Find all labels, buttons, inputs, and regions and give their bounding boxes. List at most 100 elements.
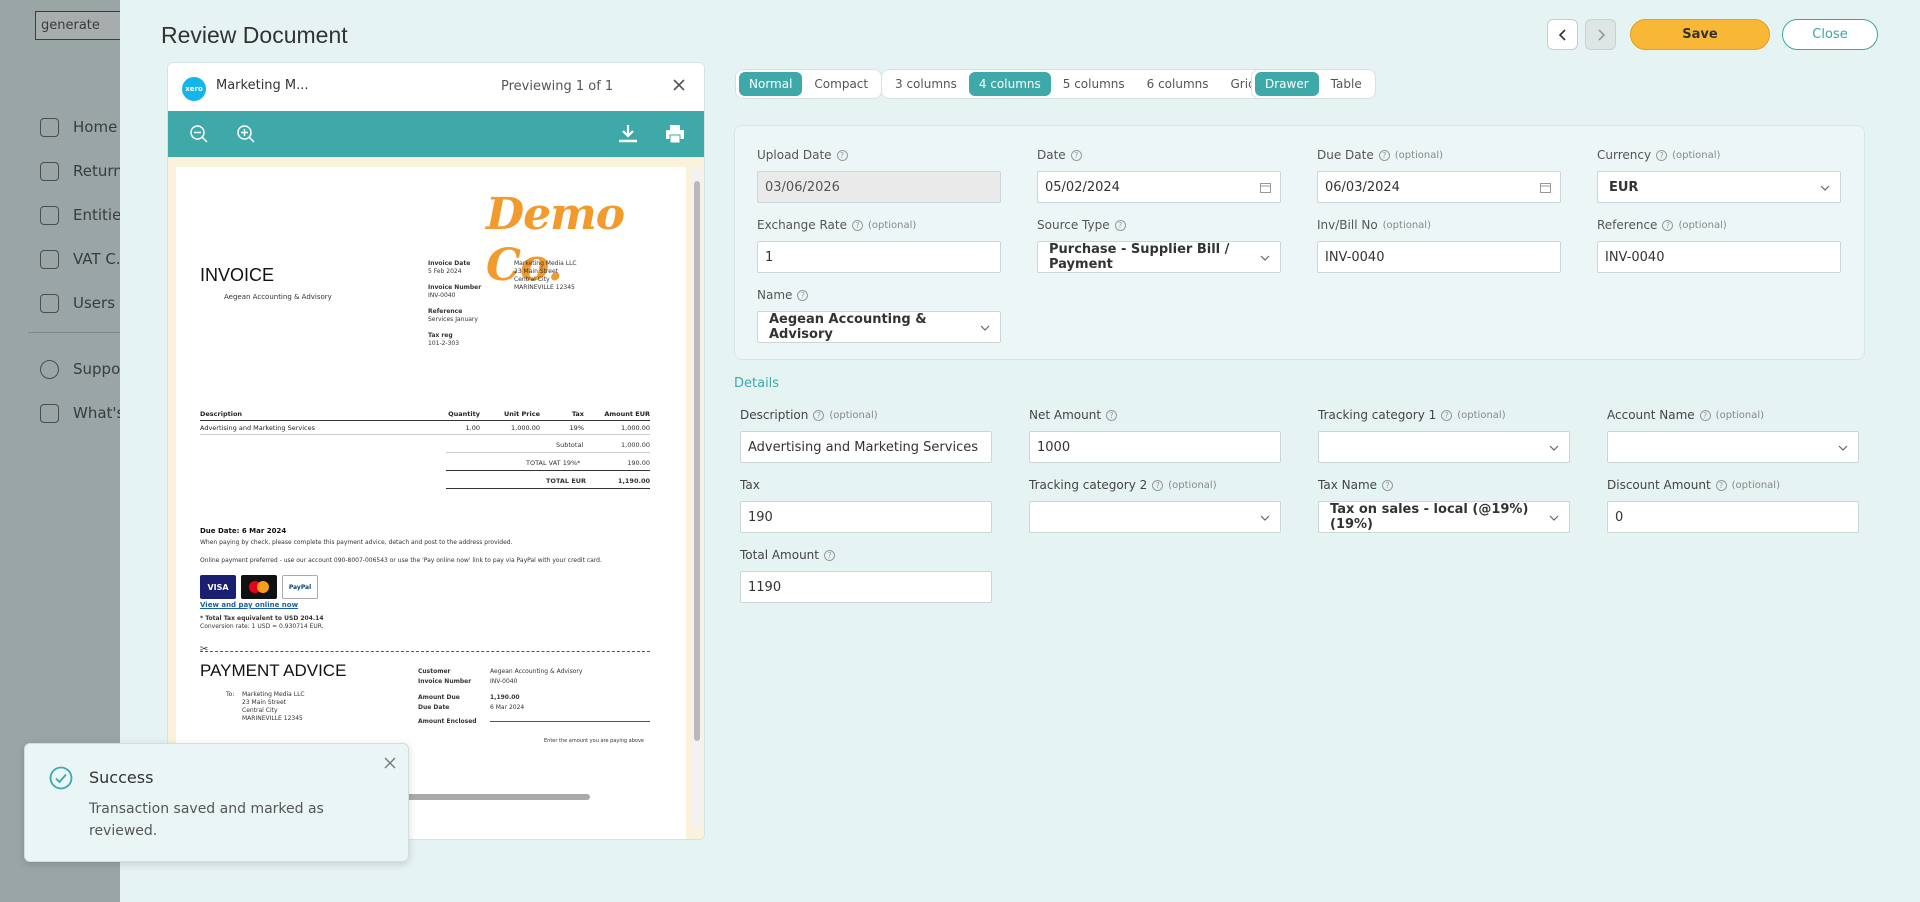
net-amount-input[interactable]: 1000 <box>1029 431 1281 463</box>
help-icon[interactable]: ? <box>1152 479 1164 491</box>
inv-bill-no-input[interactable]: INV-0040 <box>1317 241 1561 273</box>
preview-vertical-scrollbar[interactable] <box>692 167 702 827</box>
reference-field: Reference? (optional) INV-0040 <box>1597 217 1841 273</box>
source-type-select[interactable]: Purchase - Supplier Bill / Payment <box>1037 241 1281 273</box>
tax-input[interactable]: 190 <box>740 501 992 533</box>
upload-date-input: 03/06/2026 <box>757 171 1001 203</box>
source-type-field: Source Type? Purchase - Supplier Bill / … <box>1037 217 1281 273</box>
preview-header: xero Marketing M... Previewing 1 of 1 <box>168 63 704 111</box>
total-row: TOTAL EUR 1,190.00 <box>446 473 650 489</box>
help-icon[interactable]: ? <box>1378 149 1390 161</box>
calendar-icon[interactable] <box>1260 182 1271 193</box>
date-input[interactable]: 05/02/2024 <box>1037 171 1281 203</box>
columns-4[interactable]: 4 columns <box>968 72 1051 96</box>
tracking-category-2-field: Tracking category 2? (optional) <box>1029 477 1281 533</box>
preview-horizontal-scrollbar[interactable] <box>398 793 698 801</box>
exchange-rate-input[interactable]: 1 <box>757 241 1001 273</box>
chevron-down-icon <box>1549 515 1559 521</box>
close-preview-icon[interactable] <box>670 76 688 94</box>
close-button[interactable]: Close <box>1782 19 1878 50</box>
discount-amount-field: Discount Amount? (optional) 0 <box>1607 477 1859 533</box>
columns-5[interactable]: 5 columns <box>1053 72 1135 96</box>
help-icon[interactable]: ? <box>1699 409 1711 421</box>
optional-tag: (optional) <box>1672 149 1721 161</box>
preview-file-name: Marketing M... <box>216 78 309 93</box>
name-select[interactable]: Aegean Accounting & Advisory <box>757 311 1001 343</box>
mode-drawer[interactable]: Drawer <box>1255 72 1319 96</box>
help-icon[interactable]: ? <box>824 549 835 561</box>
pay-online-link[interactable]: View and pay online now <box>200 601 298 609</box>
close-icon[interactable] <box>383 756 397 770</box>
optional-tag: (optional) <box>1678 219 1727 231</box>
invoice-to: Aegean Accounting & Advisory <box>224 293 332 301</box>
save-button[interactable]: Save <box>1630 19 1770 50</box>
invoice-title: INVOICE <box>200 265 275 285</box>
due-date-input[interactable]: 06/03/2024 <box>1317 171 1561 203</box>
chevron-down-icon <box>1820 185 1830 191</box>
invoice-due-date: Due Date: 6 Mar 2024 <box>200 527 287 535</box>
print-icon[interactable] <box>665 124 685 144</box>
success-toast: Success Transaction saved and marked as … <box>24 743 409 862</box>
name-label: Name <box>757 288 793 302</box>
help-icon[interactable]: ? <box>1114 219 1126 231</box>
currency-field: Currency? (optional) EUR <box>1597 147 1841 203</box>
tracking-category-2-select[interactable] <box>1029 501 1281 533</box>
help-icon[interactable]: ? <box>813 409 825 421</box>
toast-message: Transaction saved and marked as reviewed… <box>89 801 324 839</box>
calendar-icon[interactable] <box>1540 182 1551 193</box>
invoice-page: Demo Co. INVOICE Aegean Accounting & Adv… <box>176 167 686 839</box>
download-icon[interactable] <box>618 124 638 144</box>
vat-row: TOTAL VAT 19%* 190.00 <box>446 455 650 471</box>
table-header: Description Quantity Unit Price Tax Amount E… <box>200 407 650 421</box>
currency-label: Currency <box>1597 148 1652 162</box>
optional-tag: (optional) <box>1394 149 1444 161</box>
account-name-select[interactable] <box>1607 431 1859 463</box>
columns-6[interactable]: 6 columns <box>1137 72 1219 96</box>
next-button[interactable] <box>1585 19 1616 50</box>
invoice-note-check: When paying by check, please complete th… <box>200 539 513 546</box>
due-date-field: Due Date? (optional) 06/03/2024 <box>1317 147 1561 203</box>
tracking-category-1-select[interactable] <box>1318 431 1570 463</box>
check-circle-icon <box>49 766 73 790</box>
reference-input[interactable]: INV-0040 <box>1597 241 1841 273</box>
chevron-down-icon <box>1260 255 1270 261</box>
name-field: Name? Aegean Accounting & Advisory <box>757 287 1001 343</box>
table-row: Advertising and Marketing Services 1.00 1,… <box>200 421 650 435</box>
net-amount-label: Net Amount <box>1029 408 1102 422</box>
chevron-down-icon <box>980 325 990 331</box>
help-icon[interactable]: ? <box>1382 479 1394 491</box>
tracking-category-1-field: Tracking category 1? (optional) <box>1318 407 1570 463</box>
paypal-icon: PayPal <box>282 575 318 599</box>
drawer-title: Review Document <box>161 22 348 48</box>
help-icon[interactable]: ? <box>1106 409 1118 421</box>
mode-table[interactable]: Table <box>1321 72 1372 96</box>
description-field: Description? (optional) Advertising and M… <box>740 407 992 463</box>
help-icon[interactable]: ? <box>836 149 848 161</box>
help-icon[interactable]: ? <box>1662 219 1674 231</box>
total-amount-input[interactable]: 1190 <box>740 571 992 603</box>
density-normal[interactable]: Normal <box>739 72 803 96</box>
net-amount-field: Net Amount? 1000 <box>1029 407 1281 463</box>
tax-name-select[interactable]: Tax on sales - local (@19%) (19%) <box>1318 501 1570 533</box>
help-icon[interactable]: ? <box>1070 149 1082 161</box>
help-icon[interactable]: ? <box>1656 149 1668 161</box>
details-section-title: Details <box>734 376 780 391</box>
columns-3[interactable]: 3 columns <box>885 72 967 96</box>
payment-cards: VISA PayPal <box>200 575 318 599</box>
discount-amount-input[interactable]: 0 <box>1607 501 1859 533</box>
help-icon[interactable]: ? <box>851 219 863 231</box>
tax-name-label: Tax Name <box>1318 478 1378 492</box>
currency-select[interactable]: EUR <box>1597 171 1841 203</box>
help-icon[interactable]: ? <box>797 289 809 301</box>
zoom-in-icon[interactable] <box>236 124 256 144</box>
description-input[interactable]: Advertising and Marketing Services <box>740 431 992 463</box>
tracking-category-2-label: Tracking category 2 <box>1029 478 1148 492</box>
density-compact[interactable]: Compact <box>804 72 878 96</box>
help-icon[interactable]: ? <box>1715 479 1727 491</box>
previous-button[interactable] <box>1547 19 1578 50</box>
zoom-out-icon[interactable] <box>189 124 209 144</box>
preview-body: Demo Co. INVOICE Aegean Accounting & Adv… <box>168 157 704 839</box>
help-icon[interactable]: ? <box>1441 409 1453 421</box>
tax-name-field: Tax Name? Tax on sales - local (@19%) (1… <box>1318 477 1570 533</box>
inv-bill-no-field: Inv/Bill No (optional) INV-0040 <box>1317 217 1561 273</box>
